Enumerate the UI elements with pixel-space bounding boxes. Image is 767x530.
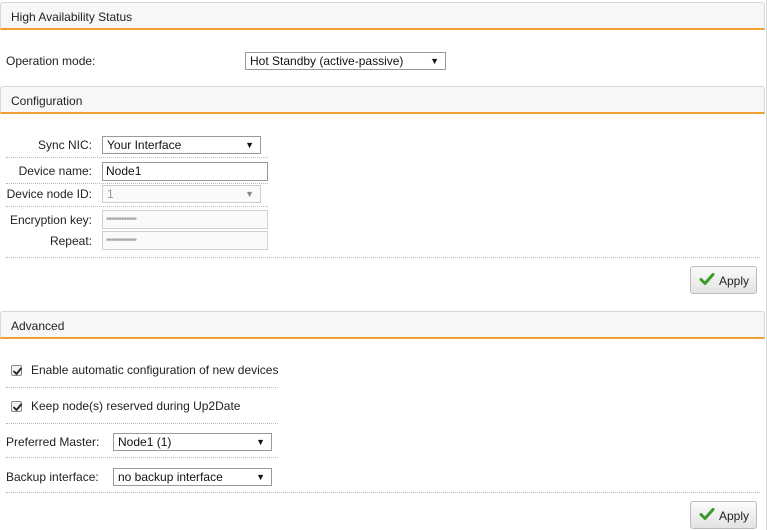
ha-panel-title: High Availability Status <box>11 10 133 24</box>
chevron-down-icon: ▼ <box>256 437 265 447</box>
keep-reserved-checkbox[interactable] <box>11 401 22 412</box>
advanced-apply-button[interactable]: Apply <box>690 501 757 529</box>
config-apply-button[interactable]: Apply <box>690 266 757 294</box>
device-node-id-value: 1 <box>107 187 114 201</box>
device-node-id-select: 1 ▼ <box>102 185 261 203</box>
device-name-input[interactable]: Node1 <box>102 162 268 181</box>
sync-nic-value: Your Interface <box>107 138 182 152</box>
chevron-down-icon: ▼ <box>430 56 439 66</box>
chevron-down-icon: ▼ <box>245 189 254 199</box>
backup-interface-value: no backup interface <box>118 470 223 484</box>
device-node-id-label: Device node ID: <box>6 187 92 201</box>
checkmark-icon <box>13 403 22 411</box>
divider <box>6 387 278 388</box>
backup-interface-select[interactable]: no backup interface ▼ <box>113 468 272 486</box>
operation-mode-value: Hot Standby (active-passive) <box>250 54 404 68</box>
divider <box>6 457 278 458</box>
ha-panel-header: High Availability Status <box>0 2 765 30</box>
checkmark-icon <box>13 367 22 375</box>
advanced-panel-header: Advanced <box>0 311 765 339</box>
green-check-icon <box>699 508 715 520</box>
chevron-down-icon: ▼ <box>256 472 265 482</box>
auto-config-checkbox[interactable] <box>11 365 22 376</box>
preferred-master-value: Node1 (1) <box>118 435 172 449</box>
config-apply-label: Apply <box>719 274 750 288</box>
advanced-apply-label: Apply <box>719 509 750 523</box>
preferred-master-select[interactable]: Node1 (1) ▼ <box>113 433 272 451</box>
green-check-icon <box>699 273 715 285</box>
operation-mode-select[interactable]: Hot Standby (active-passive) ▼ <box>245 52 446 70</box>
advanced-panel-title: Advanced <box>11 319 65 333</box>
divider <box>6 157 268 158</box>
preferred-master-label: Preferred Master: <box>6 435 100 449</box>
device-name-label: Device name: <box>18 164 92 178</box>
divider <box>6 206 268 207</box>
keep-reserved-label: Keep node(s) reserved during Up2Date <box>31 399 241 413</box>
encryption-key-label: Encryption key: <box>9 213 92 227</box>
backup-interface-label: Backup interface: <box>6 470 99 484</box>
sync-nic-label: Sync NIC: <box>37 138 92 152</box>
divider <box>6 257 760 258</box>
chevron-down-icon: ▼ <box>245 140 254 150</box>
operation-mode-label: Operation mode: <box>6 54 96 68</box>
auto-config-label: Enable automatic configuration of new de… <box>31 363 279 377</box>
sync-nic-select[interactable]: Your Interface ▼ <box>102 136 261 154</box>
divider <box>6 492 760 493</box>
config-panel-header: Configuration <box>0 86 765 114</box>
repeat-input: •••••••••••• <box>102 231 268 250</box>
divider <box>6 183 268 184</box>
repeat-label: Repeat: <box>49 234 92 248</box>
encryption-key-input: •••••••••••• <box>102 210 268 229</box>
config-panel-title: Configuration <box>11 94 83 108</box>
divider <box>6 423 278 424</box>
